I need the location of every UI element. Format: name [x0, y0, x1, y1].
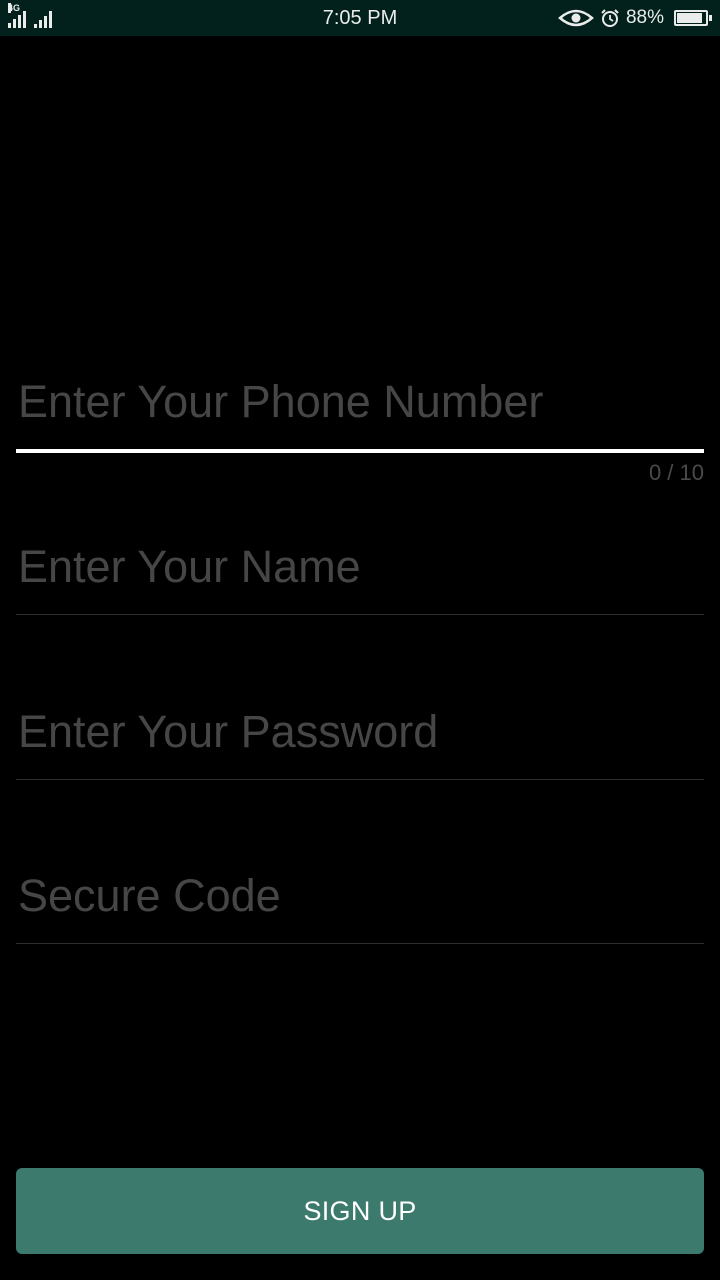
name-input[interactable] — [16, 537, 704, 597]
secure-code-input[interactable] — [16, 866, 704, 926]
sign-up-label: SIGN UP — [303, 1195, 417, 1226]
eye-comfort-icon — [558, 9, 594, 27]
battery-nub — [709, 15, 712, 21]
password-input[interactable] — [16, 702, 704, 762]
secure-code-field — [16, 866, 704, 944]
phone-char-counter: 0 / 10 — [648, 460, 704, 485]
name-field — [16, 537, 704, 615]
status-bar: 4G 7:05 PM 88% — [0, 0, 720, 36]
alarm-icon — [601, 9, 619, 27]
secure-code-underline — [16, 943, 704, 944]
battery-icon — [674, 10, 712, 26]
battery-percent: 88% — [625, 7, 664, 28]
phone-input[interactable] — [16, 372, 704, 432]
password-underline — [16, 779, 704, 780]
name-underline — [16, 614, 704, 615]
signup-screen: 4G 7:05 PM 88% Enter Your Phone Number 0… — [0, 0, 720, 1280]
phone-underline — [16, 449, 704, 453]
sign-up-button[interactable]: SIGN UP — [16, 1168, 704, 1254]
battery-fill — [677, 13, 702, 23]
phone-field: 0 / 10 — [16, 372, 704, 485]
status-icons: 88% — [558, 6, 712, 30]
password-field — [16, 702, 704, 780]
